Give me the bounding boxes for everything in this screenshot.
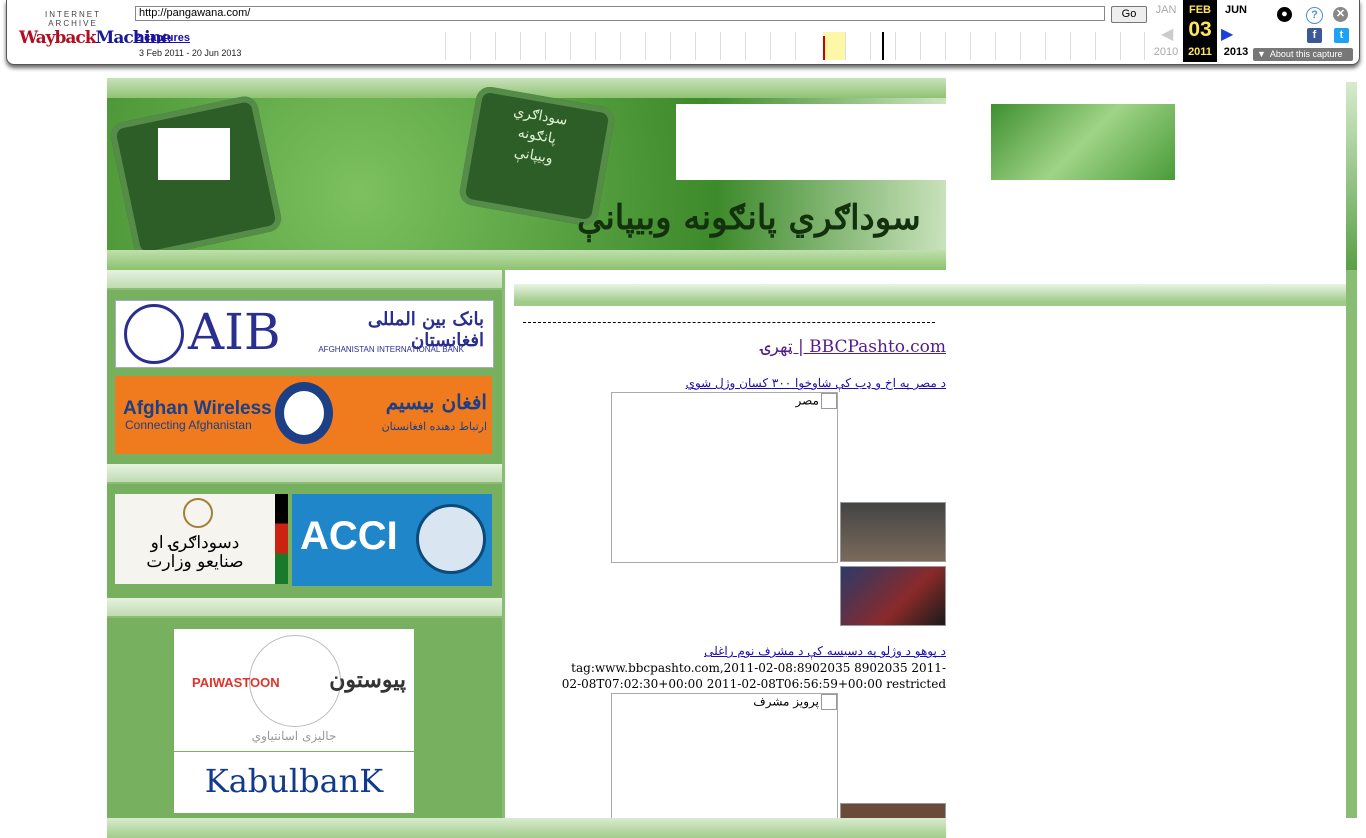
acci-name: ACCI	[300, 514, 398, 558]
next-month[interactable]: JUN	[1219, 4, 1253, 16]
sparkline-mark	[823, 36, 825, 60]
go-button[interactable]: Go	[1111, 6, 1147, 23]
moc-line-1: دسوداګرۍ او	[150, 533, 240, 553]
sparkline-highlight	[823, 32, 845, 60]
wayback-logo-main: WaybackMachine	[19, 28, 172, 48]
article-image-2: پرویز مشرف	[611, 693, 838, 819]
broken-image-icon	[821, 393, 837, 409]
aib-name: AIB	[188, 303, 281, 361]
headline-link-1[interactable]: د مصر په اخ و ډب کې شاوخوا ۳۰۰ کسان وژل …	[526, 376, 946, 390]
bottom-band	[107, 818, 946, 838]
moc-emblem-icon	[183, 498, 213, 528]
aw-sub: Connecting Afghanistan	[125, 418, 252, 432]
banner-right-image	[991, 104, 1175, 180]
pw-sub: جالیزی اسانتیاوي	[251, 729, 337, 743]
thumbnail-obama[interactable]	[840, 566, 946, 626]
thumbnail-musharraf[interactable]	[840, 803, 946, 819]
pw-name: PAIWASTOON	[192, 675, 280, 690]
wayback-logo-top: INTERNET ARCHIVE	[45, 10, 101, 28]
banner-white-box-left	[158, 128, 230, 180]
article-image-1-alt: مصر	[795, 393, 819, 408]
kabulbank-logo[interactable]: KabulbanK	[174, 752, 414, 813]
banner-white-box-right	[676, 104, 946, 180]
aw-ring-icon	[275, 382, 333, 444]
banner-bottom-band	[107, 250, 946, 270]
site-banner: سوداګري پانګونه وبیپانې سوداګري پانګونه …	[107, 78, 946, 270]
close-icon[interactable]: ✕	[1333, 7, 1348, 22]
aw-name: Afghan Wireless	[123, 398, 272, 419]
current-capture: FEB 03 2011	[1183, 0, 1217, 62]
about-capture-label: About this capture	[1269, 49, 1343, 59]
banner-device-text: سوداګري پانګونه وبیپانې	[512, 103, 569, 167]
article-image-1: مصر	[611, 392, 838, 563]
aw-arabic-sub: ارتباط دهنده افغانستان	[381, 420, 487, 433]
url-input[interactable]: http://pangawana.com/	[135, 6, 1105, 21]
facebook-icon[interactable]: f	[1307, 28, 1322, 43]
paiwastoon-logo[interactable]: PAIWASTOON پیوستون جالیزی اسانتیاوي	[174, 629, 414, 751]
ministry-commerce-logo[interactable]: دسوداګرۍ او صنایعو وزارت	[115, 494, 288, 584]
next-year[interactable]: 2013	[1219, 46, 1253, 58]
aib-logo[interactable]: AIB بانک بین المللی افغانستان AFGHANISTA…	[115, 300, 494, 368]
afghan-wireless-logo[interactable]: Afghan Wireless Connecting Afghanistan ا…	[115, 376, 492, 454]
broken-image-icon-2	[821, 694, 837, 710]
sponsor-band-3	[107, 598, 502, 618]
aib-english: AFGHANISTAN INTERNATIONAL BANK	[318, 345, 464, 354]
prev-arrow-icon[interactable]: ◀	[1161, 24, 1173, 44]
chevron-down-icon: ▼	[1257, 49, 1266, 59]
captures-link[interactable]: 2 captures	[135, 32, 190, 44]
article-image-2-alt: پرویز مشرف	[753, 694, 819, 709]
moc-line-2: صنایعو وزارت	[146, 552, 244, 572]
about-capture-button[interactable]: ▼ About this capture	[1253, 48, 1353, 61]
item-meta: tag:www.bbcpashto.com,2011-02-08:8902035…	[561, 661, 946, 691]
sponsor-band-2	[107, 464, 502, 484]
sponsor-band	[107, 270, 502, 290]
dashed-separator	[523, 322, 935, 323]
headline-link-2[interactable]: د پوهو د وژلو په دسیسه کې د مشرف نوم راغ…	[526, 644, 946, 658]
banner-slogan: سوداګري پانګونه وبیپانې	[577, 198, 921, 238]
prev-month[interactable]: JAN	[1149, 4, 1183, 16]
pw-arabic: پیوستون	[329, 667, 406, 693]
wayback-toolbar: INTERNET ARCHIVE WaybackMachine http://p…	[6, 0, 1360, 65]
wayback-logo[interactable]: INTERNET ARCHIVE WaybackMachine	[19, 10, 172, 52]
help-icon[interactable]: ?	[1306, 7, 1323, 24]
right-edge-border	[1346, 270, 1357, 818]
main-band	[514, 284, 1346, 302]
sparkline-current-mark	[882, 32, 884, 60]
aw-arabic: افغان بیسیم	[385, 390, 487, 414]
twitter-icon[interactable]: t	[1334, 28, 1349, 43]
thumbnail-protest[interactable]	[840, 502, 946, 562]
moc-flag-stripe	[275, 494, 288, 584]
banner-right-strip	[1346, 82, 1357, 270]
prev-year[interactable]: 2010	[1149, 46, 1183, 58]
capture-sparkline[interactable]	[445, 32, 1145, 60]
acci-map-icon	[416, 504, 486, 574]
capture-range: 3 Feb 2011 - 20 Jun 2013	[139, 48, 242, 58]
next-arrow-icon[interactable]: ▶	[1221, 24, 1233, 44]
main-content: BBCPashto.com | ټهرۍ د مصر په اخ و ډب کې…	[505, 270, 1346, 819]
current-day: 03	[1188, 18, 1212, 41]
kb-name: KabulbanK	[204, 762, 384, 800]
current-month: FEB	[1189, 4, 1211, 16]
current-year: 2011	[1188, 46, 1212, 58]
aib-flower-icon	[124, 304, 184, 364]
user-icon[interactable]: ●	[1277, 7, 1292, 22]
main-band-lower	[514, 302, 1346, 306]
feed-title-link[interactable]: BBCPashto.com | ټهرۍ	[655, 336, 946, 357]
sponsor-column: AIB بانک بین المللی افغانستان AFGHANISTA…	[107, 270, 502, 818]
acci-logo[interactable]: ACCI	[292, 494, 492, 586]
